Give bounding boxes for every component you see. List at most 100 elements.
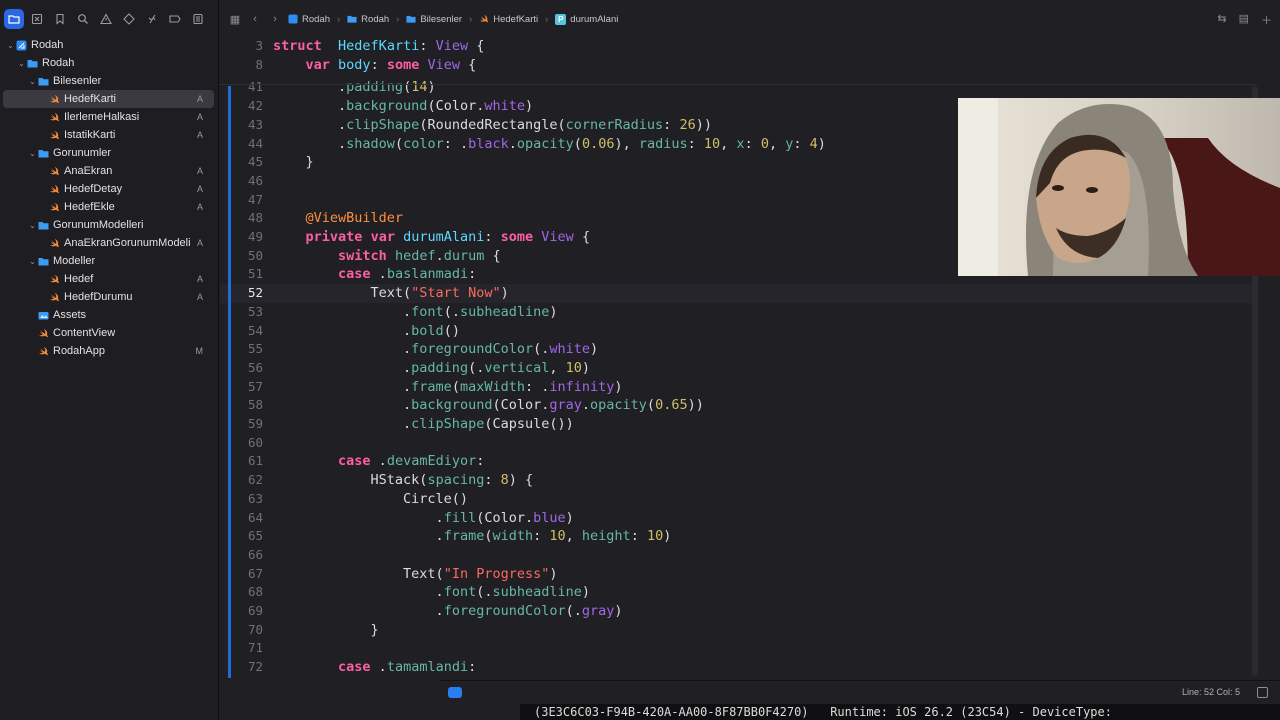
tree-item-rodahapp[interactable]: RodahApp M: [0, 342, 218, 360]
property-icon: P: [555, 13, 567, 25]
tree-item-hedefkarti[interactable]: HedefKarti A: [3, 90, 214, 108]
line-number: 60: [247, 434, 263, 450]
back-icon[interactable]: ‹: [248, 13, 262, 25]
breadcrumb-item[interactable]: Rodah: [347, 14, 389, 25]
tree-item-hedefdurumu[interactable]: HedefDurumu A: [0, 288, 218, 306]
tree-item-label: Modeller: [53, 255, 96, 267]
tree-item-gorunumler[interactable]: ⌄ Gorunumler: [0, 144, 218, 162]
add-editor-icon[interactable]: ＋: [1261, 12, 1272, 28]
tree-item-hedefdetay[interactable]: HedefDetay A: [0, 180, 218, 198]
code-line[interactable]: 58 .background(Color.gray.opacity(0.65)): [220, 396, 1256, 415]
code-line[interactable]: 61 case .devamEdiyor:: [220, 452, 1256, 471]
issue-icon[interactable]: [96, 9, 116, 29]
code-line[interactable]: 41 .padding(14): [220, 78, 1256, 97]
tree-item-bilesenler[interactable]: ⌄ Bilesenler: [0, 72, 218, 90]
tree-item-anaekran[interactable]: AnaEkran A: [0, 162, 218, 180]
bookmark-icon[interactable]: [50, 9, 70, 29]
debug-icon[interactable]: [142, 9, 162, 29]
chevron-down-icon[interactable]: ⌄: [6, 41, 15, 50]
code-line[interactable]: 65 .frame(width: 10, height: 10): [220, 527, 1256, 546]
breadcrumb-item[interactable]: PdurumAlani: [555, 13, 618, 25]
code-line[interactable]: 53 .font(.subheadline): [220, 303, 1256, 322]
chevron-down-icon[interactable]: ⌄: [28, 257, 37, 266]
code-line[interactable]: 67 Text("In Progress"): [220, 565, 1256, 584]
line-number: 57: [247, 378, 263, 394]
code-token: font: [443, 584, 477, 601]
grid-icon[interactable]: ▦: [228, 13, 242, 26]
tree-item-ilerlemehalkasi[interactable]: IlerlemeHalkasi A: [0, 108, 218, 126]
find-icon[interactable]: [73, 9, 93, 29]
breadcrumb-item[interactable]: Rodah: [288, 14, 330, 25]
code-line[interactable]: 70 }: [220, 621, 1256, 640]
code-token: ): [549, 565, 558, 582]
chevron-down-icon[interactable]: ⌄: [28, 77, 37, 86]
code-line[interactable]: 54 .bold(): [220, 322, 1256, 341]
code-token: 0.65: [655, 397, 688, 414]
code-line[interactable]: 66: [220, 546, 1256, 565]
chevron-down-icon[interactable]: ⌄: [28, 149, 37, 158]
chevron-down-icon[interactable]: ⌄: [28, 221, 37, 230]
code-token: black: [468, 135, 509, 152]
tree-item-assets[interactable]: Assets: [0, 306, 218, 324]
inspector-icon[interactable]: ▤: [1239, 12, 1249, 28]
code-line[interactable]: 62 HStack(spacing: 8) {: [220, 471, 1256, 490]
tree-item-modeller[interactable]: ⌄ Modeller: [0, 252, 218, 270]
code-line[interactable]: 68 .font(.subheadline): [220, 583, 1256, 602]
folder-icon[interactable]: [4, 9, 24, 29]
chevron-down-icon[interactable]: ⌄: [17, 59, 26, 68]
line-number: 8: [255, 56, 263, 72]
code-line[interactable]: 72 case .tamamlandi:: [220, 658, 1256, 677]
tree-item-rodah[interactable]: ⌄ Rodah: [0, 36, 218, 54]
code-line[interactable]: 63 Circle(): [220, 490, 1256, 509]
tree-item-gorunummodelleri[interactable]: ⌄ GorunumModelleri: [0, 216, 218, 234]
code-line[interactable]: 56 .padding(.vertical, 10): [220, 359, 1256, 378]
code-line[interactable]: 55 .foregroundColor(.white): [220, 340, 1256, 359]
code-text: .clipShape(RoundedRectangle(cornerRadius…: [273, 116, 712, 135]
swap-icon[interactable]: ⇆: [1217, 12, 1226, 28]
tree-item-label: HedefDetay: [64, 183, 123, 195]
code-token: ): [590, 341, 599, 358]
code-text: .shadow(color: .black.opacity(0.06), rad…: [273, 135, 826, 154]
test-icon[interactable]: [119, 9, 139, 29]
report-icon[interactable]: [188, 9, 208, 29]
swift-file-icon: [49, 238, 60, 249]
code-token: .: [581, 397, 591, 414]
code-token: gray: [549, 397, 582, 414]
tree-item-rodah[interactable]: ⌄ Rodah: [0, 54, 218, 72]
code-token: .: [273, 603, 444, 619]
code-line[interactable]: 69 .foregroundColor(.gray): [220, 602, 1256, 621]
code-line[interactable]: 60: [220, 434, 1256, 453]
code-line[interactable]: 71: [220, 639, 1256, 658]
tree-item-hedef[interactable]: Hedef A: [0, 270, 218, 288]
code-line[interactable]: 59 .clipShape(Capsule()): [220, 415, 1256, 434]
code-token: font: [411, 303, 444, 320]
source-control-icon[interactable]: [27, 9, 47, 29]
tree-item-anaekrangorunummodeli[interactable]: AnaEkranGorunumModeli A: [0, 234, 218, 252]
tree-item-label: Rodah: [31, 39, 64, 51]
code-line[interactable]: 64 .fill(Color.blue): [220, 509, 1256, 528]
code-token: (Capsule()): [484, 416, 574, 432]
breadcrumb-item[interactable]: HedefKarti: [479, 14, 538, 25]
code-line[interactable]: 57 .frame(maxWidth: .infinity): [220, 378, 1256, 397]
source-control-status-badge: A: [196, 238, 203, 248]
panel-toggle-icon[interactable]: [1257, 687, 1268, 698]
tree-item-istatikkarti[interactable]: IstatikKarti A: [0, 126, 218, 144]
code-token: (: [403, 79, 412, 96]
tree-item-hedefekle[interactable]: HedefEkle A: [0, 198, 218, 216]
breadcrumb-item[interactable]: Bilesenler: [406, 14, 462, 25]
code-line[interactable]: 52 Text("Start Now"): [220, 284, 1256, 303]
code-token: .: [273, 378, 412, 395]
sticky-scope-line[interactable]: 8 var body: some View {: [220, 55, 1256, 75]
sticky-scope-line[interactable]: 3 struct HedefKarti: View {: [220, 37, 1256, 56]
forward-icon[interactable]: ›: [268, 13, 282, 25]
code-token: :: [744, 135, 761, 152]
tree-item-contentview[interactable]: ContentView: [0, 324, 218, 342]
code-token: .: [273, 116, 347, 133]
code-token: 10: [646, 528, 664, 545]
code-token: some: [500, 229, 534, 245]
debug-area-toggle-icon[interactable]: [448, 687, 462, 698]
swift-file-icon: [49, 184, 60, 195]
jump-bar: ▦ ‹ › Rodah › Rodah › Bilesenler › HedefKarti ›…: [220, 0, 1280, 38]
code-token: :: [468, 659, 477, 676]
breakpoint-icon[interactable]: [165, 9, 185, 29]
